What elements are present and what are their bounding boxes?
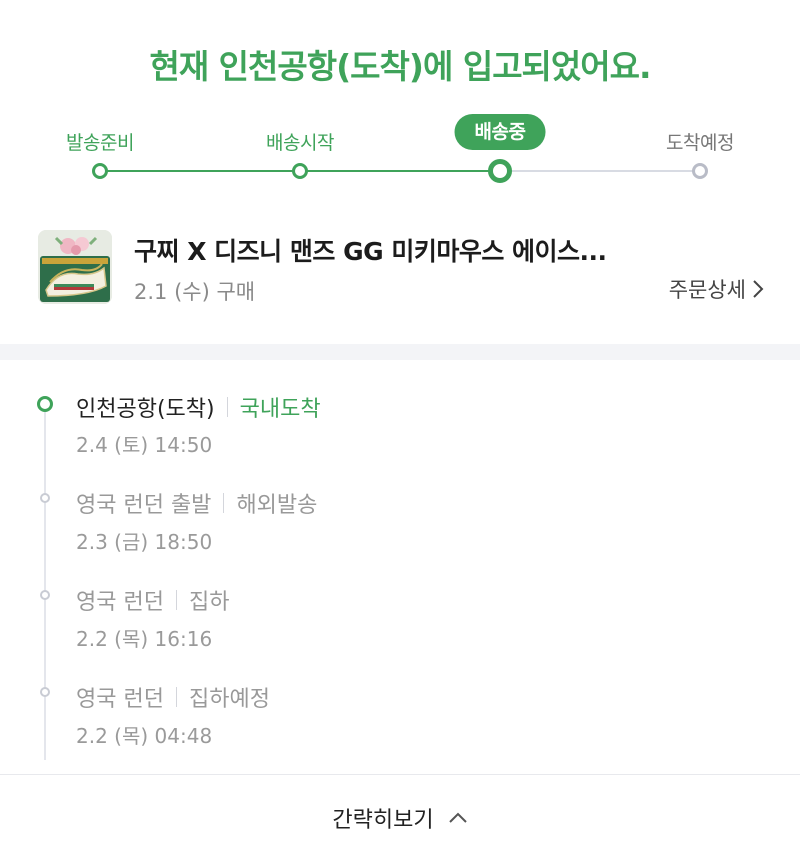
collapse-label: 간략히보기 bbox=[332, 808, 434, 833]
progress-track-remaining bbox=[500, 170, 700, 172]
timeline-status: 집하예정 bbox=[188, 687, 270, 712]
timeline-entry-title: 영국 런던 출발 해외발송 bbox=[76, 487, 317, 519]
step-dot-preparing bbox=[92, 163, 108, 179]
timeline-node bbox=[40, 687, 50, 697]
timeline-separator bbox=[175, 687, 177, 707]
timeline-status: 해외발송 bbox=[236, 493, 318, 518]
section-divider bbox=[0, 344, 800, 360]
timeline-time: 2.4 (토) 14:50 bbox=[76, 433, 213, 457]
purchase-date: 2.1 (수) 구매 bbox=[134, 280, 256, 304]
timeline-time: 2.3 (금) 18:50 bbox=[76, 530, 213, 554]
timeline-node bbox=[40, 493, 50, 503]
timeline-separator bbox=[226, 397, 228, 417]
step-label-started: 배송시작 bbox=[266, 132, 334, 154]
order-detail-link[interactable]: 주문상세 bbox=[669, 274, 764, 304]
timeline-separator bbox=[223, 493, 225, 513]
order-detail-label: 주문상세 bbox=[668, 278, 746, 302]
product-thumbnail[interactable] bbox=[38, 230, 112, 304]
step-label-preparing: 발송준비 bbox=[66, 132, 134, 154]
step-dot-arrival bbox=[692, 163, 708, 179]
timeline-entry-title: 영국 런던 집하예정 bbox=[76, 681, 270, 713]
product-name[interactable]: 구찌 X 디즈니 맨즈 GG 미키마우스 에이스... bbox=[134, 232, 607, 268]
chevron-right-icon bbox=[752, 279, 764, 299]
timeline-time: 2.2 (목) 16:16 bbox=[76, 627, 213, 651]
step-dot-in-transit bbox=[488, 159, 512, 183]
step-label-arrival: 도착예정 bbox=[666, 132, 734, 154]
timeline-status: 국내도착 bbox=[239, 397, 321, 422]
headline: 현재 인천공항(도착)에 입고되었어요. bbox=[149, 47, 651, 86]
timeline-line bbox=[44, 404, 46, 760]
timeline-location: 영국 런던 bbox=[76, 687, 164, 712]
timeline-separator bbox=[175, 590, 177, 610]
timeline-node-current bbox=[37, 396, 53, 412]
collapse-button[interactable]: 간략히보기 bbox=[0, 775, 800, 861]
timeline-entry-title: 영국 런던 집하 bbox=[76, 584, 229, 616]
timeline-entry-title: 인천공항(도착) 국내도착 bbox=[76, 391, 321, 423]
step-dot-started bbox=[292, 163, 308, 179]
timeline-location: 영국 런던 출발 bbox=[76, 493, 212, 518]
timeline-location: 영국 런던 bbox=[76, 590, 164, 615]
timeline-status: 집하 bbox=[188, 590, 230, 615]
step-label-in-transit: 배송중 bbox=[454, 114, 546, 150]
timeline-node bbox=[40, 590, 50, 600]
chevron-up-icon bbox=[448, 809, 468, 828]
timeline-time: 2.2 (목) 04:48 bbox=[76, 724, 213, 748]
timeline-location: 인천공항(도착) bbox=[76, 397, 215, 422]
